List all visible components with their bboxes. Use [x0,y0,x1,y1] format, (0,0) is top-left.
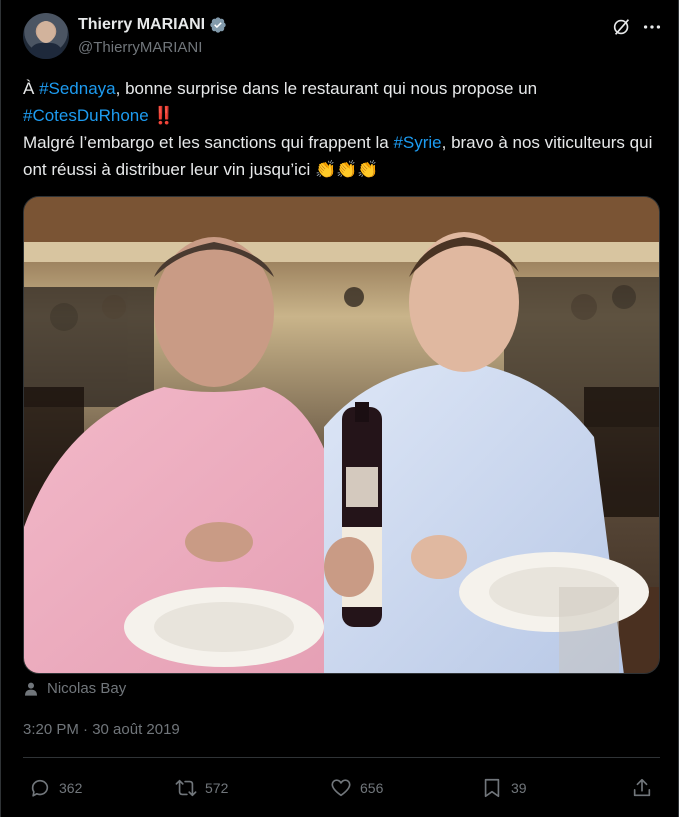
retweet-icon [175,779,197,797]
restaurant-photo [24,197,659,673]
bookmark-button[interactable]: 39 [481,772,527,804]
tweet-text-segment: À [23,79,40,98]
tweet-text-segment: , bonne surprise dans le restaurant qui … [115,79,538,98]
bookmark-count: 39 [511,780,527,796]
hashtag-link[interactable]: #Sednaya [39,79,116,98]
retweet-count: 572 [205,780,229,796]
like-icon [331,779,351,797]
action-bar: 362 572 656 39 [23,772,660,806]
like-count: 656 [360,780,384,796]
hashtag-link[interactable]: #CotesDuRhone [23,106,149,125]
author-display-name[interactable]: Thierry MARIANI [78,16,205,34]
tweet-text: À #Sednaya, bonne surprise dans le resta… [23,75,663,183]
tweet-text-segment: Malgré l’embargo et les sanctions qui fr… [23,133,394,152]
verified-badge-icon [210,17,226,33]
share-icon [633,778,651,797]
tagged-users[interactable]: Nicolas Bay [23,680,126,697]
more-icon[interactable] [641,16,663,38]
author-handle[interactable]: @ThierryMARIANI [78,39,202,56]
tweet-container: Thierry MARIANI @ThierryMARIANI À #Sedna… [0,0,679,817]
avatar[interactable] [23,13,69,59]
reply-icon [31,779,49,797]
grok-icon[interactable] [611,16,633,38]
tweet-header: Thierry MARIANI @ThierryMARIANI [23,10,663,60]
share-button[interactable] [631,772,653,804]
like-button[interactable]: 656 [330,772,383,804]
person-icon [25,682,37,696]
retweet-button[interactable]: 572 [175,772,228,804]
tweet-timestamp[interactable]: 3:20 PM · 30 août 2019 [23,721,180,738]
tweet-text-segment: ‼️ [148,106,175,125]
tagged-user-name[interactable]: Nicolas Bay [47,680,126,697]
author-name-row[interactable]: Thierry MARIANI [78,16,227,34]
bookmark-icon [484,778,500,798]
reply-button[interactable]: 362 [29,772,82,804]
tweet-photo[interactable] [23,196,660,674]
reply-count: 362 [59,780,83,796]
emoji-text: 👏👏👏 [314,160,379,179]
divider [23,757,660,758]
hashtag-link[interactable]: #Syrie [393,133,441,152]
